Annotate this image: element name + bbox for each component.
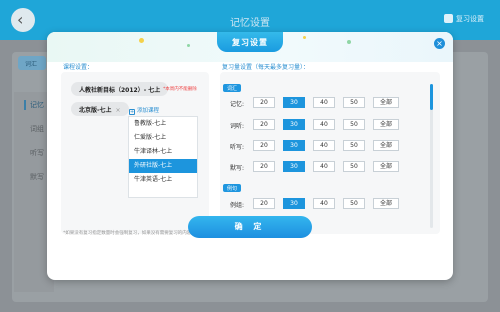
amount-option[interactable]: 20 [253, 161, 275, 172]
amount-option-selected[interactable]: 30 [283, 119, 305, 130]
modal-title: 复习设置 [217, 32, 283, 52]
app-title: 记忆设置 [230, 18, 270, 29]
course-option[interactable]: 仁爱版-七上 [129, 131, 197, 145]
course-chip[interactable]: 人教社新目标（2012）- 七上 [71, 82, 169, 96]
amount-option[interactable]: 50 [343, 161, 365, 172]
row-label: 默写: [230, 165, 245, 172]
course-option[interactable]: 鲁教版-七上 [129, 117, 197, 131]
group-tag-sentence: 例句 [223, 184, 242, 192]
amount-option[interactable]: 50 [343, 198, 365, 209]
amount-option[interactable]: 全部 [373, 97, 399, 108]
chevron-left-icon: ‹ [17, 10, 24, 29]
course-chip-label: 人教社新目标（2012）- 七上 [79, 87, 161, 94]
amount-option[interactable]: 50 [343, 140, 365, 151]
decor-dot [347, 40, 351, 44]
add-course-label: 添加课程 [137, 108, 160, 114]
review-settings-modal: 复习设置 × 课程设置： 人教社新目标（2012）- 七上 *本周内不能删除 北… [47, 32, 453, 280]
amount-option[interactable]: 20 [253, 198, 275, 209]
amount-option[interactable]: 50 [343, 119, 365, 130]
decor-dot [303, 36, 306, 39]
course-chip[interactable]: 北京版-七上 × [71, 102, 129, 116]
row-label: 例组: [230, 202, 245, 209]
review-settings-link[interactable]: 复习设置 [444, 14, 484, 24]
group-tag-vocabulary: 词汇 [223, 84, 242, 92]
amount-option-selected[interactable]: 30 [283, 161, 305, 172]
review-settings-label: 复习设置 [456, 15, 484, 23]
confirm-button[interactable]: 确 定 [188, 216, 312, 238]
amount-option[interactable]: 全部 [373, 140, 399, 151]
close-button[interactable]: × [434, 38, 445, 49]
chip-note: *本周内不能删除 [163, 87, 197, 92]
amount-option[interactable]: 20 [253, 140, 275, 151]
course-option[interactable]: 牛津英语-七上 [129, 173, 197, 187]
scrollbar-thumb[interactable] [430, 84, 433, 110]
review-amount-label: 复习量设置（每天最多复习量）： [222, 64, 310, 71]
amount-option[interactable]: 20 [253, 119, 275, 130]
add-course-button[interactable]: + 添加课程 [129, 106, 159, 115]
amount-option[interactable]: 全部 [373, 161, 399, 172]
row-label: 听写: [230, 144, 245, 151]
decor-dot [187, 44, 190, 47]
amount-option[interactable]: 全部 [373, 119, 399, 130]
amount-option[interactable]: 40 [313, 119, 335, 130]
row-label: 记忆: [230, 101, 245, 108]
close-icon: × [436, 39, 443, 48]
amount-option-selected[interactable]: 30 [283, 198, 305, 209]
settings-icon [444, 14, 453, 23]
course-chip-label: 北京版-七上 [79, 107, 112, 114]
amount-option[interactable]: 40 [313, 140, 335, 151]
amount-option-selected[interactable]: 30 [283, 97, 305, 108]
amount-option[interactable]: 40 [313, 161, 335, 172]
course-option-selected[interactable]: 外研社版-七上 [129, 159, 197, 173]
amount-option[interactable]: 50 [343, 97, 365, 108]
tab-vocabulary[interactable]: 词汇 [18, 56, 46, 70]
amount-option[interactable]: 20 [253, 97, 275, 108]
amount-option[interactable]: 40 [313, 198, 335, 209]
course-settings-label: 课程设置： [63, 64, 94, 71]
remove-chip-icon[interactable]: × [116, 107, 121, 114]
plus-icon: + [129, 109, 135, 115]
course-dropdown: 鲁教版-七上 仁爱版-七上 牛津译林-七上 外研社版-七上 牛津英语-七上 [128, 116, 198, 198]
course-option[interactable]: 牛津译林-七上 [129, 145, 197, 159]
amount-option[interactable]: 全部 [373, 198, 399, 209]
scrollbar[interactable] [430, 84, 433, 228]
row-label: 词听: [230, 123, 245, 130]
amount-option-selected[interactable]: 30 [283, 140, 305, 151]
back-button[interactable]: ‹ [11, 8, 35, 32]
decor-dot [139, 38, 144, 43]
amount-option[interactable]: 40 [313, 97, 335, 108]
